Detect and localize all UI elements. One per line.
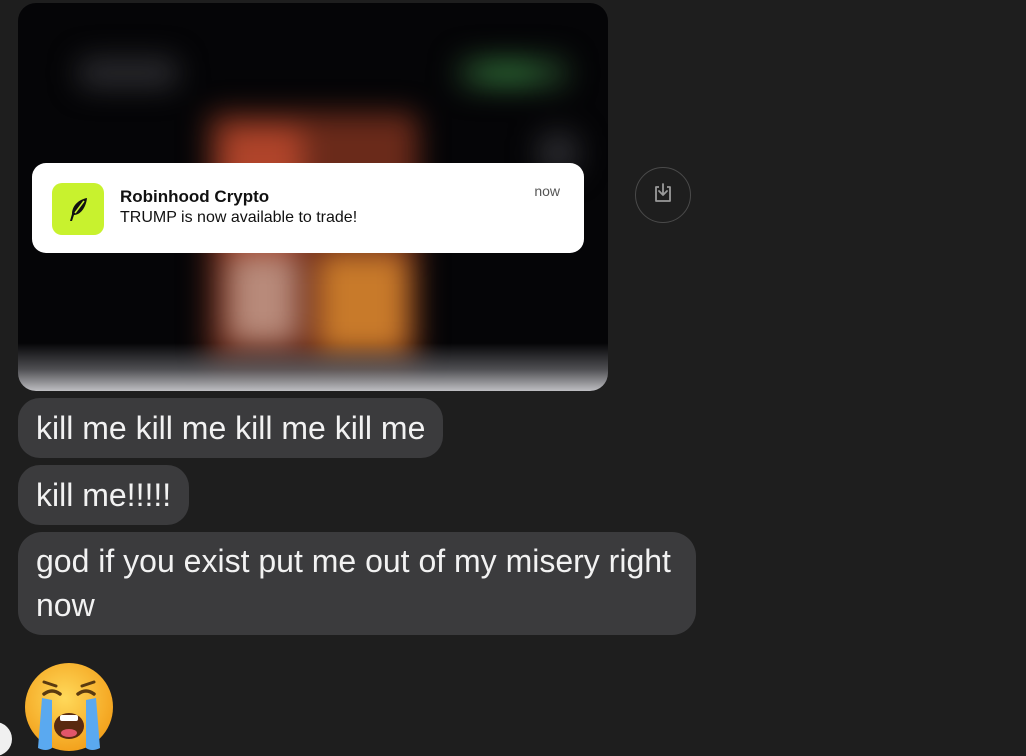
notification-app-name: Robinhood Crypto: [120, 187, 270, 206]
message-bubble[interactable]: kill me!!!!!: [18, 465, 190, 525]
download-icon: [651, 181, 675, 210]
notification-message: TRUMP is now available to trade!: [120, 209, 358, 226]
avatar[interactable]: [0, 722, 12, 756]
bottom-fade: [18, 343, 608, 391]
message-bubble[interactable]: kill me kill me kill me kill me: [18, 398, 444, 458]
download-button[interactable]: [635, 167, 691, 223]
loudly-crying-face-emoji[interactable]: [22, 660, 116, 754]
message-bubble[interactable]: god if you exist put me out of my misery…: [18, 532, 696, 635]
notification-time: now: [534, 183, 560, 199]
feather-icon: [52, 183, 104, 235]
chat-thread: Robinhood Crypto TRUMP is now available …: [0, 0, 1026, 756]
image-attachment[interactable]: Robinhood Crypto TRUMP is now available …: [18, 3, 608, 391]
push-notification: Robinhood Crypto TRUMP is now available …: [32, 163, 584, 253]
